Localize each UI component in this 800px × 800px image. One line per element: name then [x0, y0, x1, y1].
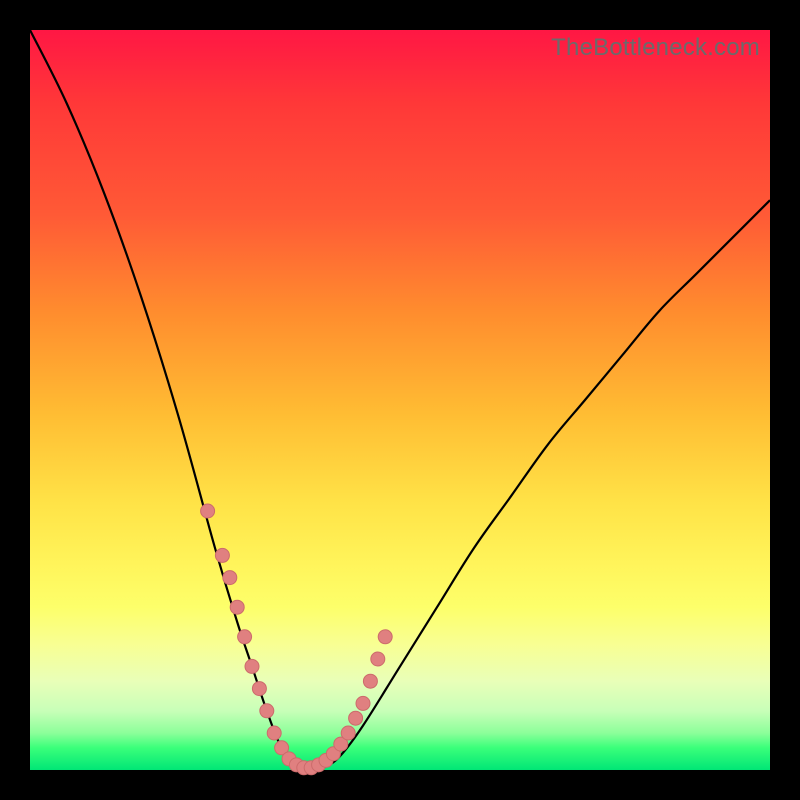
curve-marker: [201, 504, 215, 518]
curve-marker: [260, 704, 274, 718]
curve-marker: [223, 571, 237, 585]
curve-marker: [252, 682, 266, 696]
curve-marker: [245, 659, 259, 673]
curve-marker: [349, 711, 363, 725]
curve-path: [30, 30, 770, 770]
curve-marker: [238, 630, 252, 644]
curve-marker: [378, 630, 392, 644]
curve-markers: [201, 504, 393, 775]
curve-marker: [230, 600, 244, 614]
bottleneck-curve: [30, 30, 770, 770]
plot-area: TheBottleneck.com: [30, 30, 770, 770]
curve-marker: [371, 652, 385, 666]
curve-marker: [215, 548, 229, 562]
curve-marker: [356, 696, 370, 710]
curve-marker: [267, 726, 281, 740]
curve-marker: [363, 674, 377, 688]
chart-frame: TheBottleneck.com: [0, 0, 800, 800]
curve-marker: [341, 726, 355, 740]
